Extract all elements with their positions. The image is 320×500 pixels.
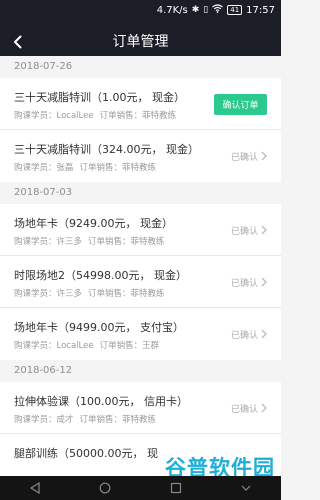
chevron-down-icon: [241, 485, 251, 491]
order-row[interactable]: 拉伸体验课（100.00元， 信用卡） 购课学员：成才 订单销售：菲特教练 已确认: [0, 382, 281, 434]
buyer-name: 成才: [56, 415, 74, 425]
seller-name: 王群: [142, 341, 160, 351]
network-speed: 4.7K/s: [156, 4, 188, 16]
order-meta: 购课学员：许三多 订单销售：菲特教练: [14, 287, 165, 299]
order-meta: 购课学员：许三多 订单销售：菲特教练: [14, 235, 165, 247]
chevron-right-icon: [261, 277, 267, 287]
order-meta: 购课学员：LocalLee 订单销售：王群: [14, 339, 159, 351]
seller-label: 订单销售：: [79, 163, 123, 173]
buyer-label: 购课学员：: [14, 289, 57, 299]
order-status: 已确认: [231, 204, 267, 256]
buyer-label: 购课学员：: [14, 111, 57, 121]
buyer-name: 张磊: [56, 163, 74, 173]
order-title: 时限场地2（54998.00元， 现金）: [14, 269, 187, 282]
order-title: 三十天减脂特训（324.00元， 现金）: [14, 143, 199, 156]
seller-label: 订单销售：: [99, 341, 143, 351]
square-recents-icon: [170, 482, 181, 494]
seller-name: 菲特教练: [130, 237, 165, 247]
buyer-label: 购课学员：: [14, 415, 57, 425]
order-title: 拉伸体验课（100.00元， 信用卡）: [14, 395, 188, 408]
wifi-icon: [212, 4, 224, 16]
seller-label: 订单销售：: [99, 111, 143, 121]
seller-label: 订单销售：: [88, 289, 131, 299]
confirm-order-button[interactable]: 确认订单: [214, 94, 267, 115]
order-row[interactable]: 场地年卡（9249.00元， 现金） 购课学员：许三多 订单销售：菲特教练 已确认: [0, 204, 281, 256]
status-text: 已确认: [230, 152, 258, 163]
order-status: 已确认: [231, 130, 267, 182]
order-meta: 购课学员：成才 订单销售：菲特教练: [14, 413, 156, 425]
order-title: 场地年卡（9249.00元， 现金）: [14, 217, 173, 230]
system-keyboard-button[interactable]: [234, 479, 258, 497]
chevron-right-icon: [261, 329, 267, 339]
order-title: 腿部训练（50000.00元， 现: [14, 447, 158, 460]
buyer-name: 许三多: [56, 289, 83, 299]
system-home-button[interactable]: [93, 479, 117, 497]
seller-label: 订单销售：: [88, 237, 131, 247]
system-recents-button[interactable]: [164, 479, 188, 497]
order-status: 已确认: [231, 256, 267, 308]
buyer-label: 购课学员：: [14, 237, 57, 247]
order-meta: 购课学员：张磊 订单销售：菲特教练: [14, 161, 156, 173]
buyer-name: LocalLee: [56, 341, 94, 351]
buyer-name: 许三多: [56, 237, 83, 247]
order-status: 已确认: [231, 308, 267, 360]
order-row[interactable]: 三十天减脂特训（324.00元， 现金） 购课学员：张磊 订单销售：菲特教练 已确…: [0, 130, 281, 182]
chevron-right-icon: [261, 403, 267, 413]
order-title: 场地年卡（9499.00元， 支付宝）: [14, 321, 184, 334]
order-list: 2018-07-26 三十天减脂特训（1.00元， 现金） 购课学员：Local…: [0, 56, 281, 486]
order-row[interactable]: 三十天减脂特训（1.00元， 现金） 购课学员：LocalLee 订单销售：菲特教…: [0, 78, 281, 130]
status-text: 已确认: [230, 226, 258, 237]
order-row[interactable]: 场地年卡（9499.00元， 支付宝） 购课学员：LocalLee 订单销售：王群…: [0, 308, 281, 360]
vibrate-icon: ▯: [203, 4, 209, 15]
chevron-right-icon: [261, 225, 267, 235]
status-text: 已确认: [230, 404, 258, 415]
buyer-name: LocalLee: [56, 111, 94, 121]
status-text: 已确认: [230, 278, 258, 289]
buyer-label: 购课学员：: [14, 163, 57, 173]
system-back-button[interactable]: [23, 479, 47, 497]
date-header: 2018-07-26: [0, 56, 281, 78]
date-header: 2018-07-03: [0, 182, 281, 204]
circle-home-icon: [99, 482, 111, 494]
status-text: 已确认: [230, 330, 258, 341]
buyer-label: 购课学员：: [14, 341, 57, 351]
order-status: 已确认: [231, 382, 267, 434]
order-row[interactable]: 时限场地2（54998.00元， 现金） 购课学员：许三多 订单销售：菲特教练 已…: [0, 256, 281, 308]
triangle-back-icon: [29, 482, 40, 494]
order-title: 三十天减脂特训（1.00元， 现金）: [14, 91, 185, 104]
seller-name: 菲特教练: [142, 111, 177, 121]
order-meta: 购课学员：LocalLee 订单销售：菲特教练: [14, 109, 176, 121]
seller-name: 菲特教练: [130, 289, 165, 299]
bluetooth-icon: ✱: [191, 4, 200, 15]
chevron-left-icon: [14, 35, 22, 49]
seller-name: 菲特教练: [122, 415, 157, 425]
battery-icon: 41: [227, 5, 243, 15]
date-header: 2018-06-12: [0, 360, 281, 382]
chevron-right-icon: [261, 151, 267, 161]
seller-name: 菲特教练: [122, 163, 157, 173]
status-bar: 4.7K/s ✱ ▯ 41 17:57: [0, 0, 281, 20]
seller-label: 订单销售：: [79, 415, 123, 425]
system-nav-bar: [0, 476, 281, 500]
clock: 17:57: [246, 4, 275, 16]
